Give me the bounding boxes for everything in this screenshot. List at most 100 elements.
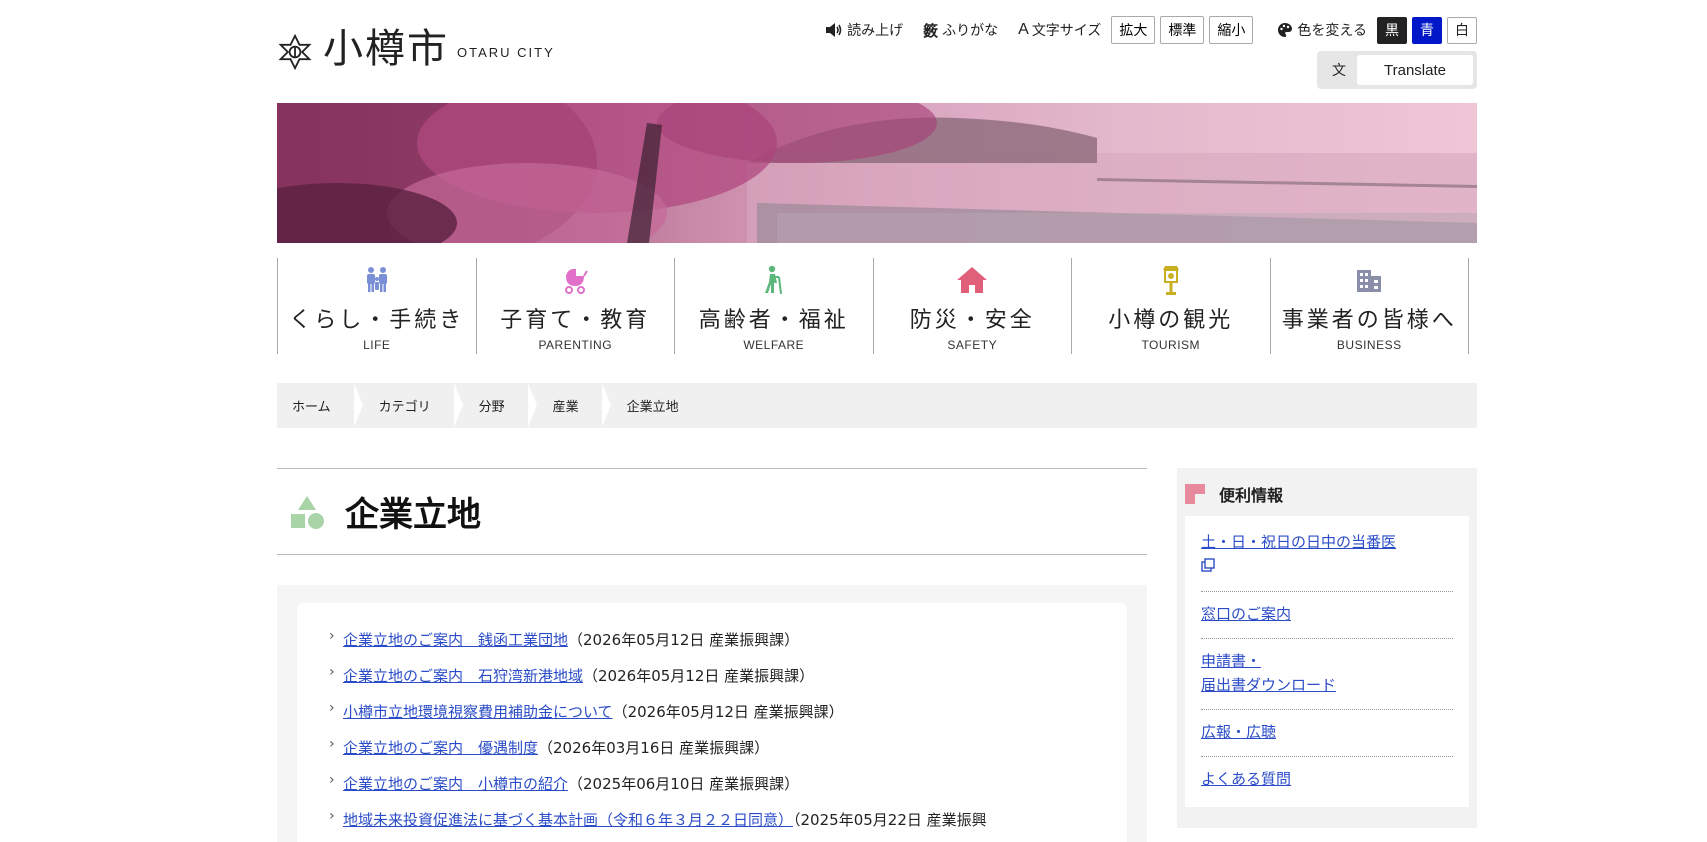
- sidebar-link[interactable]: 窓口のご案内: [1201, 605, 1291, 623]
- article-list: 企業立地のご案内 銭函工業団地（2026年05月12日 産業振興課） 企業立地の…: [297, 603, 1127, 842]
- external-link-icon: [1201, 558, 1215, 572]
- nav-item-welfare[interactable]: 高齢者・福祉 WELFARE: [674, 258, 873, 354]
- article-meta: （2026年03月16日 産業振興課）: [538, 739, 770, 757]
- global-navigation: くらし・手続き LIFE 子育て・教育 PARENTING 高齢者・福祉 WEL…: [277, 258, 1469, 354]
- list-item: 企業立地のご案内 小樽市の紹介（2025年06月10日 産業振興課）: [329, 772, 1097, 794]
- read-aloud-button[interactable]: 読み上げ: [825, 20, 903, 40]
- article-meta: （2025年05月22日 産業振興: [793, 811, 987, 829]
- sidebar-link[interactable]: よくある質問: [1201, 770, 1291, 788]
- article-link[interactable]: 企業立地のご案内 銭函工業団地: [343, 631, 568, 649]
- breadcrumb: ホーム カテゴリ 分野 産業 企業立地: [277, 383, 1477, 428]
- list-item: 企業立地のご案内 石狩湾新港地域（2026年05月12日 産業振興課）: [329, 664, 1097, 686]
- breadcrumb-item[interactable]: 分野: [456, 383, 537, 428]
- change-color-label-group: 色を変える: [1277, 20, 1367, 40]
- nav-item-life[interactable]: くらし・手続き LIFE: [277, 258, 476, 354]
- read-aloud-label: 読み上げ: [847, 23, 904, 39]
- sidebar-item: 窓口のご案内: [1201, 592, 1453, 639]
- main-content: 企業立地 企業立地のご案内 銭函工業団地（2026年05月12日 産業振興課） …: [277, 468, 1147, 842]
- font-size-label-group: A 文字サイズ: [1018, 20, 1101, 40]
- nav-label: 小樽の観光: [1108, 308, 1234, 333]
- building-icon: [1357, 270, 1382, 292]
- sidebar-link[interactable]: 土・日・祝日の日中の当番医: [1201, 533, 1396, 551]
- breadcrumb-item[interactable]: カテゴリ: [356, 383, 463, 428]
- article-meta: （2026年05月12日 産業振興課）: [568, 631, 800, 649]
- hero-image: [277, 103, 1477, 243]
- font-size-small-button[interactable]: 縮小: [1209, 16, 1254, 44]
- sidebar-item: 土・日・祝日の日中の当番医: [1201, 520, 1453, 592]
- translate-widget[interactable]: 文 Translate: [1317, 51, 1477, 89]
- color-white-button[interactable]: 白: [1447, 16, 1477, 44]
- breadcrumb-item[interactable]: 産業: [530, 383, 611, 428]
- breadcrumb-link[interactable]: カテゴリ: [379, 396, 431, 415]
- article-meta: （2026年05月12日 産業振興課）: [583, 667, 815, 685]
- shapes-icon: [291, 495, 324, 529]
- change-color-label: 色を変える: [1297, 23, 1367, 39]
- font-size-large-button[interactable]: 拡大: [1111, 16, 1156, 44]
- article-meta: （2025年06月10日 産業振興課）: [568, 775, 800, 793]
- breadcrumb-link[interactable]: ホーム: [292, 396, 331, 415]
- font-size-icon: A: [1018, 21, 1029, 38]
- hero-banner: [277, 103, 1477, 243]
- nav-label-en: SAFETY: [947, 338, 998, 352]
- breadcrumb-item[interactable]: ホーム: [277, 383, 363, 428]
- furigana-label: ふりがな: [942, 23, 999, 39]
- list-item: 小樽市立地環境視察費用補助金について（2026年05月12日 産業振興課）: [329, 700, 1097, 722]
- speaker-icon: [826, 23, 842, 37]
- lamp-icon: [1162, 266, 1179, 295]
- nav-label-en: PARENTING: [538, 338, 613, 352]
- nav-item-tourism[interactable]: 小樽の観光 TOURISM: [1071, 258, 1270, 354]
- sidebar-item: よくある質問: [1201, 757, 1453, 803]
- nav-label: 子育て・教育: [500, 308, 651, 333]
- sidebar-header: 便利情報: [1185, 480, 1469, 508]
- furigana-button[interactable]: 䉤 ふりがな: [923, 20, 998, 41]
- article-link[interactable]: 企業立地のご案内 優遇制度: [343, 739, 538, 757]
- nav-item-parenting[interactable]: 子育て・教育 PARENTING: [475, 258, 675, 354]
- family-icon: [366, 267, 387, 292]
- nav-label: くらし・手続き: [289, 308, 465, 333]
- nav-label: 高齢者・福祉: [698, 308, 849, 333]
- font-size-label: 文字サイズ: [1031, 23, 1102, 39]
- list-item: 企業立地のご案内 銭函工業団地（2026年05月12日 産業振興課）: [329, 628, 1097, 650]
- sidebar-item: 申請書・ 届出書ダウンロード: [1201, 639, 1453, 710]
- article-link[interactable]: 企業立地のご案内 石狩湾新港地域: [343, 667, 583, 685]
- logo-text: 小樽市: [323, 26, 449, 72]
- furigana-icon: 䉤: [923, 21, 939, 40]
- article-link[interactable]: 小樽市立地環境視察費用補助金について: [343, 703, 613, 721]
- translate-button[interactable]: Translate: [1357, 55, 1473, 85]
- list-item: 企業立地のご案内 優遇制度（2026年03月16日 産業振興課）: [329, 736, 1097, 758]
- sidebar-link[interactable]: 広報・広聴: [1201, 723, 1276, 741]
- sidebar-item: 広報・広聴: [1201, 710, 1453, 757]
- article-list-box: 企業立地のご案内 銭函工業団地（2026年05月12日 産業振興課） 企業立地の…: [277, 585, 1147, 842]
- breadcrumb-link[interactable]: 分野: [479, 396, 505, 415]
- font-size-normal-button[interactable]: 標準: [1160, 16, 1205, 44]
- nav-label: 防災・安全: [909, 308, 1035, 333]
- article-link[interactable]: 地域未来投資促進法に基づく基本計画（令和６年３月２２日同意）: [343, 811, 793, 829]
- sidebar-link[interactable]: 申請書・ 届出書ダウンロード: [1201, 652, 1336, 694]
- site-logo[interactable]: 小樽市 OTARU CITY: [277, 24, 555, 74]
- color-black-button[interactable]: 黒: [1377, 16, 1407, 44]
- color-blue-button[interactable]: 青: [1412, 16, 1442, 44]
- page-title: 企業立地: [345, 495, 481, 535]
- article-link[interactable]: 企業立地のご案内 小樽市の紹介: [343, 775, 568, 793]
- breadcrumb-link[interactable]: 産業: [553, 396, 579, 415]
- page-title-block: 企業立地: [277, 468, 1147, 555]
- sidebar-list: 土・日・祝日の日中の当番医 窓口のご案内 申請書・ 届出書ダウンロード 広報・広…: [1185, 516, 1469, 807]
- list-item: 地域未来投資促進法に基づく基本計画（令和６年３月２２日同意）（2025年05月2…: [329, 808, 1097, 830]
- sidebar-title: 便利情報: [1219, 486, 1284, 505]
- nav-item-business[interactable]: 事業者の皆様へ BUSINESS: [1269, 258, 1469, 354]
- nav-label-en: TOURISM: [1141, 338, 1201, 352]
- article-meta: （2026年05月12日 産業振興課）: [612, 703, 844, 721]
- breadcrumb-current-label: 企業立地: [626, 400, 679, 415]
- sidebar-useful-info: 便利情報 土・日・祝日の日中の当番医 窓口のご案内 申請書・ 届出書ダウンロード…: [1177, 468, 1477, 828]
- translate-icon: 文: [1332, 63, 1346, 79]
- nav-label-en: WELFARE: [743, 338, 805, 352]
- nav-item-safety[interactable]: 防災・安全 SAFETY: [872, 258, 1072, 354]
- nav-label-en: LIFE: [363, 338, 391, 352]
- nav-label-en: BUSINESS: [1336, 338, 1402, 352]
- logo-english: OTARU CITY: [457, 45, 555, 60]
- walking-elder-icon: [764, 265, 782, 295]
- nav-label: 事業者の皆様へ: [1281, 308, 1457, 333]
- accessibility-tools: 読み上げ 䉤 ふりがな A 文字サイズ 拡大 標準 縮小 色を変える 黒 青 白: [805, 16, 1477, 44]
- palette-icon: [1278, 23, 1293, 37]
- breadcrumb-current: 企業立地: [604, 383, 705, 428]
